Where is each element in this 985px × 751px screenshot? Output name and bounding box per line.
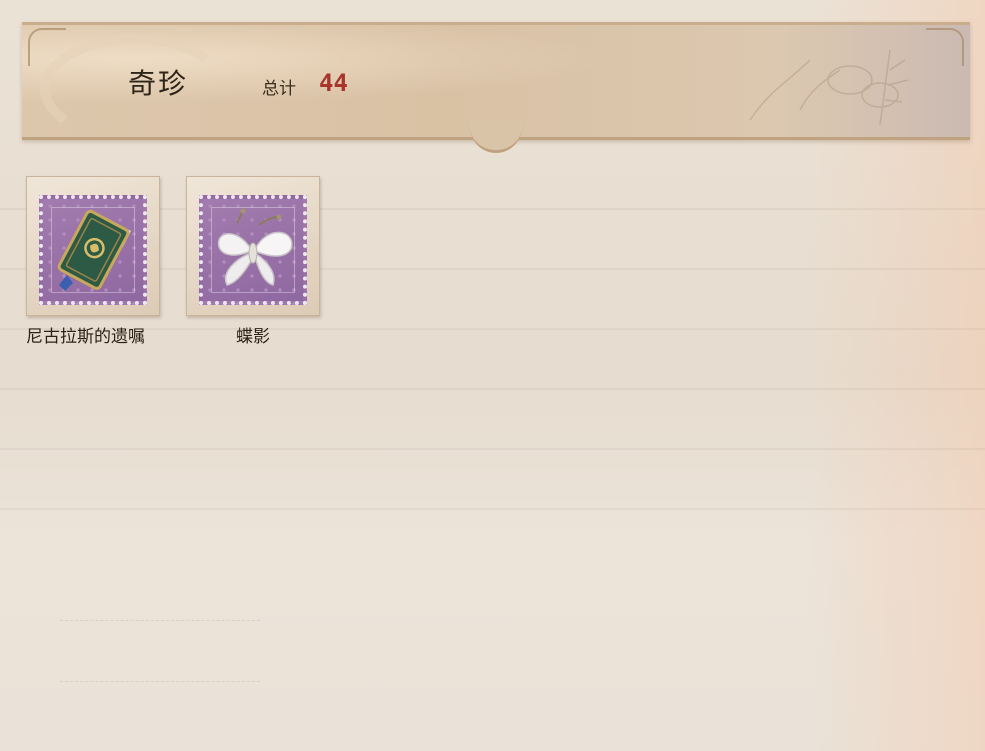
header-notch	[470, 120, 522, 153]
item-name: 蝶影	[236, 327, 270, 347]
item-name: 尼古拉斯的遗嘱	[26, 327, 145, 347]
collection-item[interactable]: 尼古拉斯的遗嘱	[26, 176, 160, 347]
corner-ornament-left	[28, 28, 66, 66]
collection-item[interactable]: 蝶影	[186, 176, 320, 347]
header-flower-ornament	[749, 49, 909, 126]
corner-ornament-right	[926, 28, 964, 66]
total-label: 总计	[262, 79, 296, 99]
stamp-frame	[26, 176, 160, 316]
total-count: 44	[319, 69, 348, 97]
stamp	[39, 195, 147, 305]
green-book-icon	[57, 209, 131, 291]
white-butterfly-icon	[217, 208, 293, 286]
stamp	[199, 195, 307, 305]
page-title: 奇珍	[128, 67, 189, 100]
stamp-frame	[186, 176, 320, 316]
faded-ruler-mark	[60, 620, 260, 682]
